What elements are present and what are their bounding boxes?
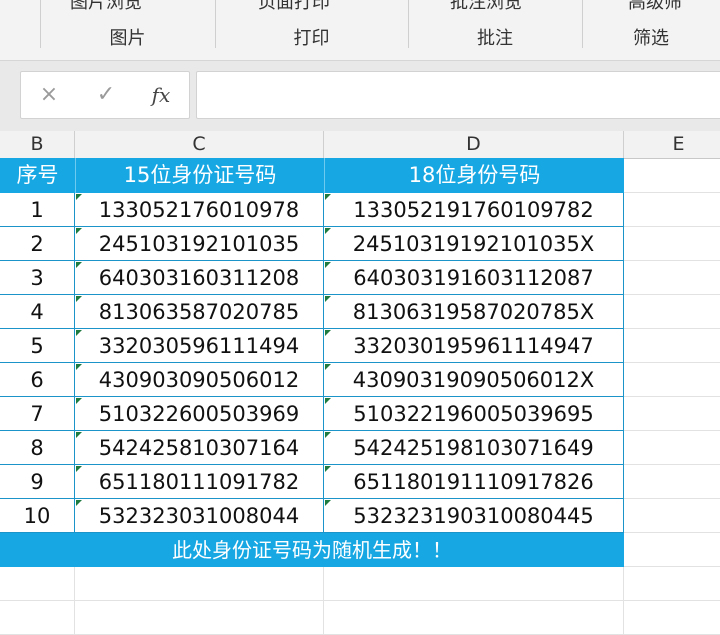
sheet-grid[interactable]: 序号 15位身份证号码 18位身份号码 1 133052176010978 1330… xyxy=(0,158,720,635)
serial-cell[interactable]: 4 xyxy=(0,295,75,329)
id18-cell[interactable]: 651180191110917826 xyxy=(324,465,624,499)
insert-function-icon[interactable]: fx xyxy=(143,80,179,110)
id15-cell[interactable]: 640303160311208 xyxy=(75,261,324,295)
id15-cell[interactable]: 430903090506012 xyxy=(75,363,324,397)
empty-cell[interactable] xyxy=(624,295,720,329)
id18-cell[interactable]: 640303191603112087 xyxy=(324,261,624,295)
empty-cell[interactable] xyxy=(624,533,720,567)
enter-icon[interactable]: ✓ xyxy=(88,80,124,110)
id15-cell[interactable]: 542425810307164 xyxy=(75,431,324,465)
formula-bar: × ✓ fx xyxy=(0,61,720,131)
ribbon-button-advanced-filter[interactable]: 高级筛 xyxy=(628,0,682,14)
column-header-row: B C D E xyxy=(0,131,720,159)
ribbon-group-print: 打印 xyxy=(293,28,330,49)
id18-cell[interactable]: 43090319090506012X xyxy=(324,363,624,397)
id15-cell[interactable]: 332030596111494 xyxy=(75,329,324,363)
empty-cell[interactable] xyxy=(75,567,324,601)
empty-cell[interactable] xyxy=(324,601,624,635)
empty-cell[interactable] xyxy=(624,329,720,363)
id15-cell[interactable]: 651180111091782 xyxy=(75,465,324,499)
serial-cell[interactable]: 9 xyxy=(0,465,75,499)
empty-cell[interactable] xyxy=(624,227,720,261)
note-cell[interactable]: 此处身份证号码为随机生成！！ xyxy=(0,533,624,567)
serial-cell[interactable]: 6 xyxy=(0,363,75,397)
ribbon-group-filter: 筛选 xyxy=(633,28,669,49)
serial-cell[interactable]: 3 xyxy=(0,261,75,295)
id18-cell[interactable]: 24510319192101035X xyxy=(324,227,624,261)
empty-cell[interactable] xyxy=(624,158,720,193)
header-cell-15-digit[interactable]: 15位身份证号码 xyxy=(75,158,324,193)
id15-cell[interactable]: 245103192101035 xyxy=(75,227,324,261)
empty-cell[interactable] xyxy=(0,601,75,635)
id18-cell[interactable]: 510322196005039695 xyxy=(324,397,624,431)
column-header-e[interactable]: E xyxy=(624,131,720,158)
empty-cell[interactable] xyxy=(624,397,720,431)
empty-cell[interactable] xyxy=(624,601,720,635)
formula-bar-controls: × ✓ fx xyxy=(20,71,190,119)
formula-input[interactable] xyxy=(196,71,720,119)
id15-cell[interactable]: 532323031008044 xyxy=(75,499,324,533)
ribbon-button-comment-browse[interactable]: 批注浏览 xyxy=(450,0,522,14)
header-cell-serial[interactable]: 序号 xyxy=(0,158,75,193)
id18-cell[interactable]: 133052191760109782 xyxy=(324,193,624,227)
header-cell-18-digit[interactable]: 18位身份号码 xyxy=(324,158,624,193)
serial-cell[interactable]: 7 xyxy=(0,397,75,431)
ribbon-button-picture-browse[interactable]: 图片浏览 xyxy=(70,0,142,14)
empty-cell[interactable] xyxy=(624,431,720,465)
column-header-b[interactable]: B xyxy=(0,131,75,158)
empty-cell[interactable] xyxy=(624,465,720,499)
id18-cell[interactable]: 542425198103071649 xyxy=(324,431,624,465)
id15-cell[interactable]: 510322600503969 xyxy=(75,397,324,431)
empty-cell[interactable] xyxy=(624,567,720,601)
empty-cell[interactable] xyxy=(624,499,720,533)
ribbon-button-page-print[interactable]: 页面打印 xyxy=(258,0,330,14)
empty-cell[interactable] xyxy=(624,193,720,227)
empty-cell[interactable] xyxy=(624,261,720,295)
id18-cell[interactable]: 81306319587020785X xyxy=(324,295,624,329)
empty-cell[interactable] xyxy=(75,601,324,635)
ribbon: 图片浏览 页面打印 批注浏览 高级筛 图片 打印 批注 筛选 xyxy=(0,0,720,61)
ribbon-group-comment: 批注 xyxy=(477,28,513,49)
cancel-icon[interactable]: × xyxy=(31,80,67,110)
empty-cell[interactable] xyxy=(324,567,624,601)
empty-cell[interactable] xyxy=(624,363,720,397)
ribbon-group-picture: 图片 xyxy=(109,28,146,49)
id15-cell[interactable]: 813063587020785 xyxy=(75,295,324,329)
serial-cell[interactable]: 10 xyxy=(0,499,75,533)
column-header-c[interactable]: C xyxy=(75,131,324,158)
serial-cell[interactable]: 5 xyxy=(0,329,75,363)
column-header-d[interactable]: D xyxy=(324,131,624,158)
serial-cell[interactable]: 1 xyxy=(0,193,75,227)
id15-cell[interactable]: 133052176010978 xyxy=(75,193,324,227)
id18-cell[interactable]: 532323190310080445 xyxy=(324,499,624,533)
empty-cell[interactable] xyxy=(0,567,75,601)
serial-cell[interactable]: 8 xyxy=(0,431,75,465)
id18-cell[interactable]: 332030195961114947 xyxy=(324,329,624,363)
serial-cell[interactable]: 2 xyxy=(0,227,75,261)
